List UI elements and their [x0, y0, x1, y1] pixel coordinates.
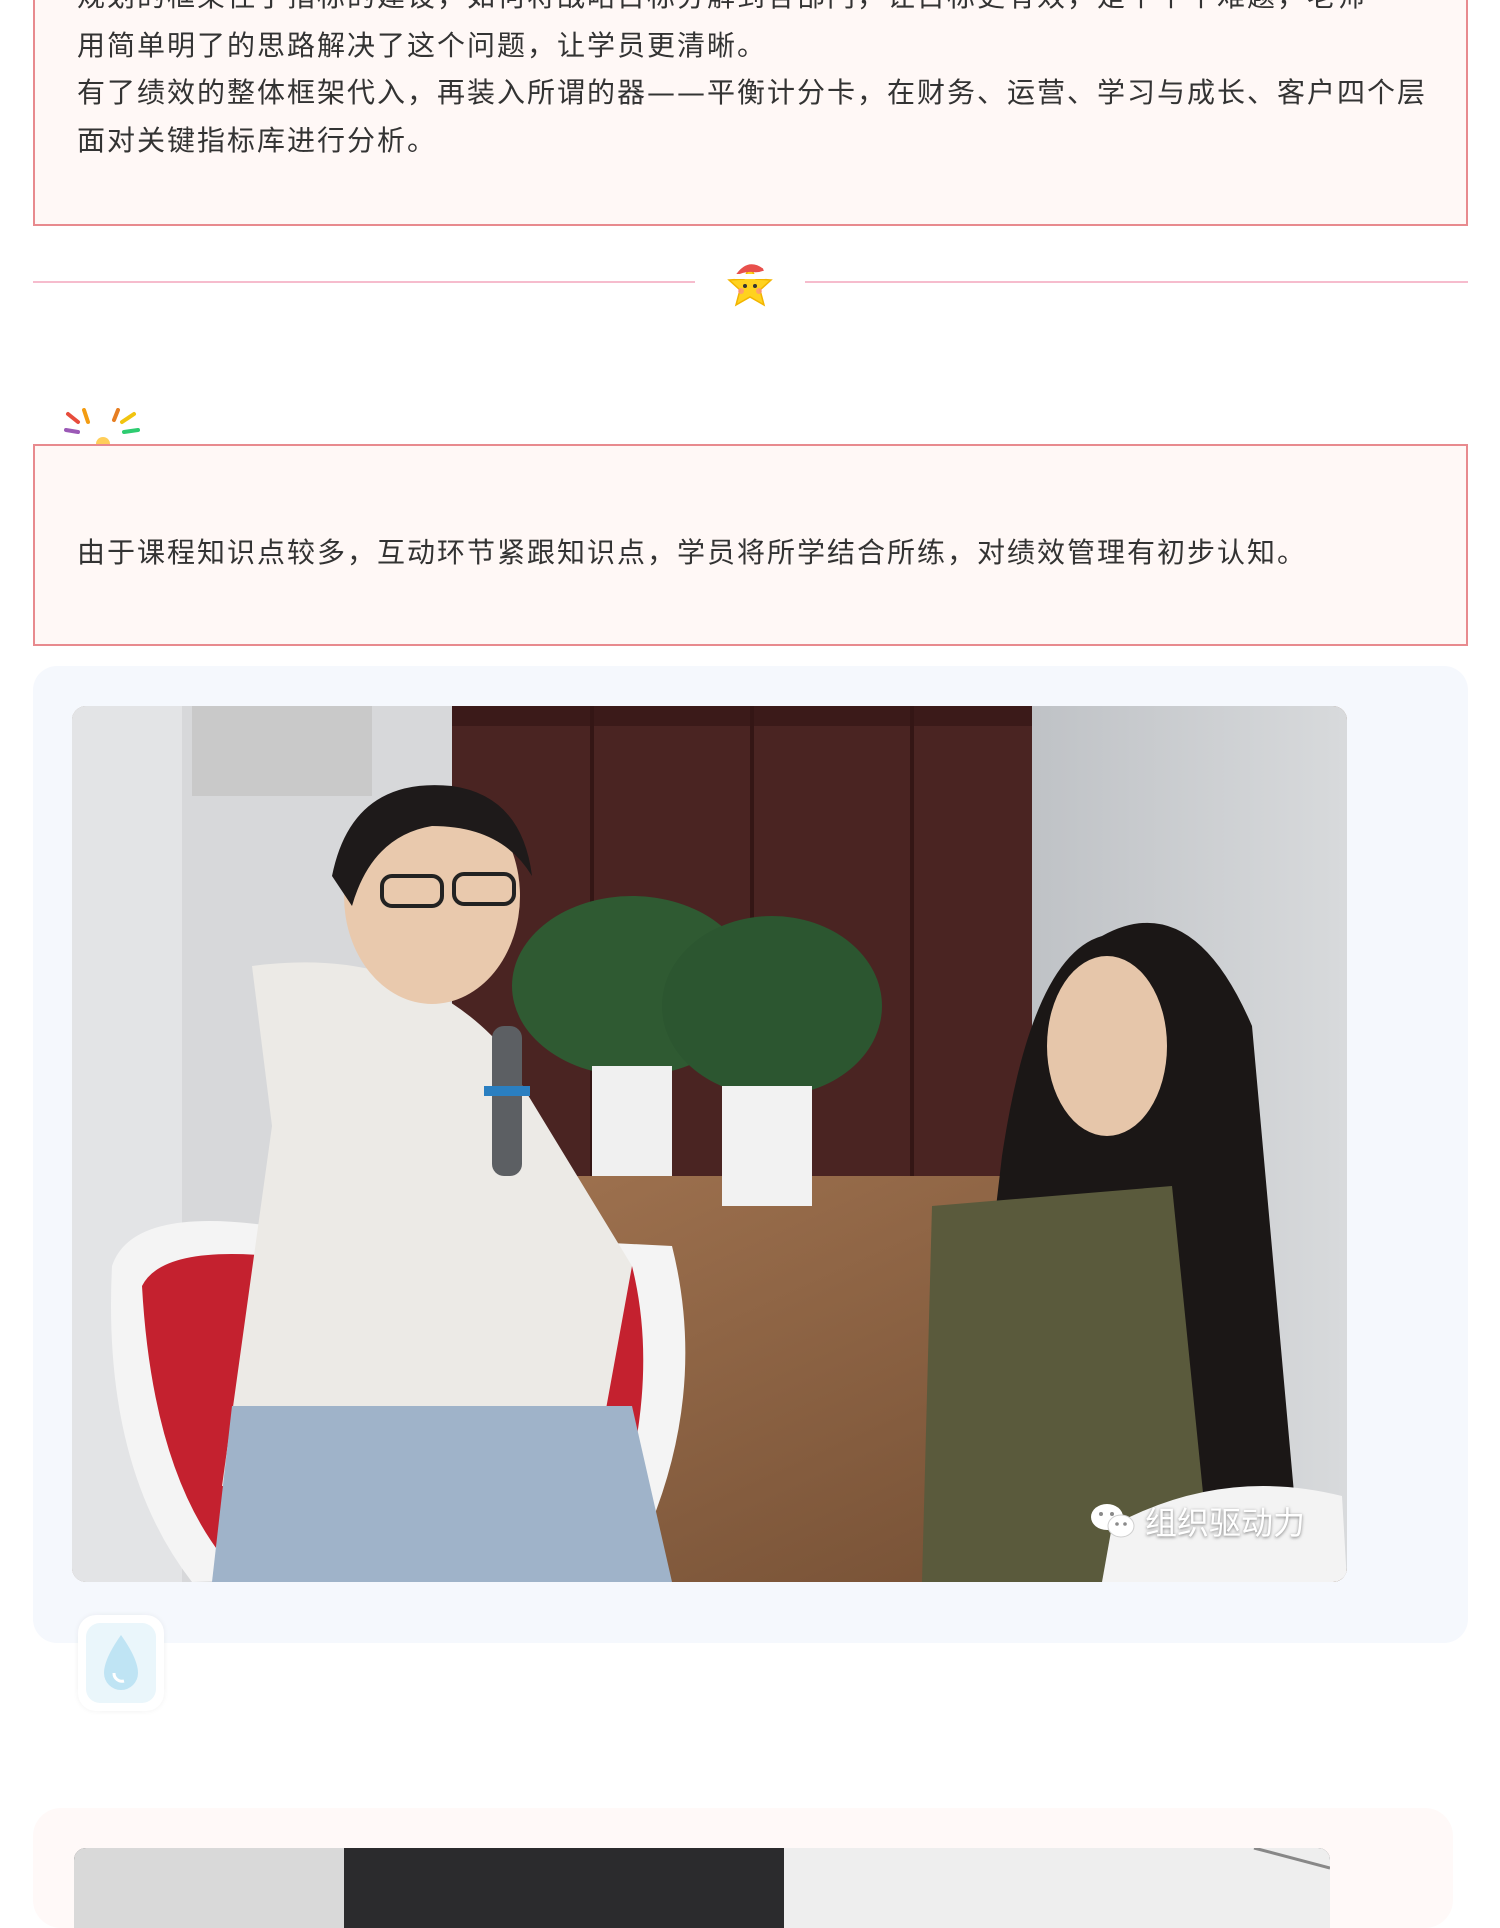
- wechat-icon: [1090, 1504, 1135, 1538]
- paragraph: 用简单明了的思路解决了这个问题，让学员更清晰。: [77, 29, 768, 62]
- santa-star-icon: [715, 248, 785, 318]
- watermark: 组织驱动力: [1089, 1498, 1305, 1544]
- paragraph: 由于课程知识点较多，互动环节紧跟知识点，学员将所学结合所练，对绩效管理有初步认知…: [77, 536, 1308, 569]
- interview-photo: 组织驱动力: [72, 706, 1347, 1582]
- paragraph: 有了绩效的整体框架代入，再装入所谓的器——平衡计分卡，在财务、运营、学习与成长、…: [77, 76, 1428, 157]
- paragraph-cut: 规划的框架住了指标的建设，如何将战略目标分解到各部门，让目标更有效，是个个个难题…: [77, 0, 1437, 21]
- divider-line-right: [805, 281, 1468, 283]
- second-photo: [74, 1848, 1330, 1928]
- water-drop-icon: [78, 1615, 164, 1711]
- text-card-top: 规划的框架住了指标的建设，如何将战略目标分解到各部门，让目标更有效，是个个个难题…: [33, 0, 1468, 226]
- text-card-middle: 由于课程知识点较多，互动环节紧跟知识点，学员将所学结合所练，对绩效管理有初步认知…: [33, 444, 1468, 646]
- divider-line-left: [33, 281, 695, 283]
- watermark-text: 组织驱动力: [1144, 1504, 1305, 1542]
